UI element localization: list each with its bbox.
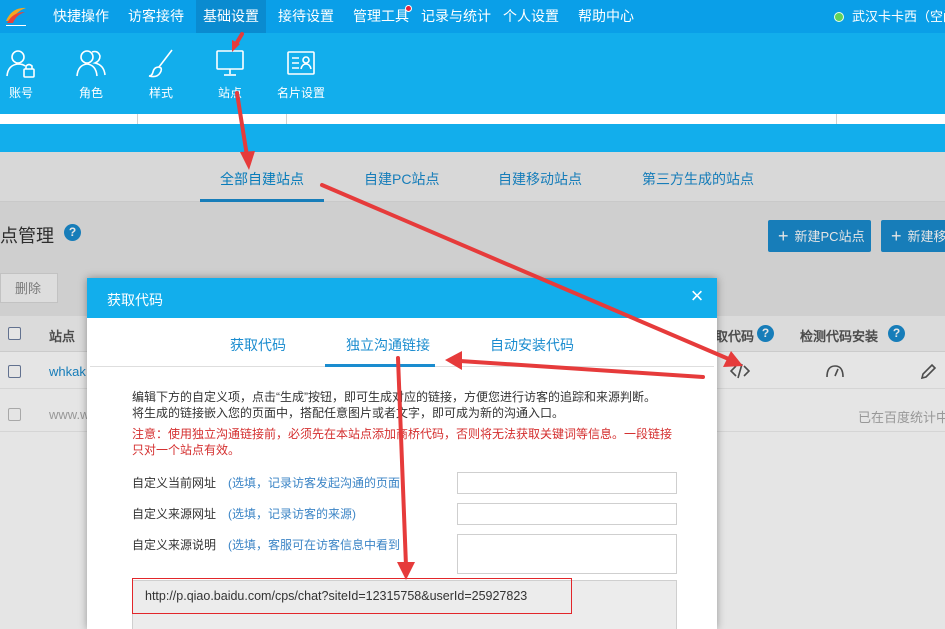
current-url-input[interactable] xyxy=(457,472,677,494)
get-code-dialog: 获取代码 × 获取代码 独立沟通链接 自动安装代码 编辑下方的自定义项，点击“生… xyxy=(87,278,717,629)
toolbar-site[interactable]: 站点 xyxy=(200,33,260,114)
top-nav: 快捷操作 访客接待 基础设置 接待设置 管理工具 记录与统计 个人设置 帮助中心… xyxy=(0,0,945,33)
dialog-header: 获取代码 × xyxy=(87,278,717,318)
account-lock-icon xyxy=(6,50,35,78)
generated-link[interactable]: http://p.qiao.baidu.com/cps/chat?siteId=… xyxy=(145,589,527,603)
header-band xyxy=(0,124,945,152)
generated-link-highlight: http://p.qiao.baidu.com/cps/chat?siteId=… xyxy=(132,578,572,614)
toolbar-style[interactable]: 样式 xyxy=(131,33,191,114)
settings-toolbar: 账号 角色 样式 站点 名片设置 xyxy=(0,33,945,114)
nav-reception-settings[interactable]: 接待设置 xyxy=(278,0,334,33)
field-hint: (选填，记录访客的来源) xyxy=(228,507,356,521)
source-note-textarea[interactable] xyxy=(457,534,677,574)
tab-auto-install[interactable]: 自动安装代码 xyxy=(490,335,574,355)
nav-basic-settings[interactable]: 基础设置 xyxy=(196,0,266,33)
tab-get-code[interactable]: 获取代码 xyxy=(230,335,286,355)
description-line: 将生成的链接嵌入您的页面中，搭配任意图片或者文字，即可成为新的沟通入口。 xyxy=(132,406,565,420)
field-label: 自定义来源网址 xyxy=(132,507,217,521)
close-icon[interactable]: × xyxy=(687,285,707,307)
header-strip xyxy=(0,114,945,124)
toolbar-role[interactable]: 角色 xyxy=(61,33,121,114)
nav-visitor-reception[interactable]: 访客接待 xyxy=(128,0,184,33)
toolbar-account[interactable]: 账号 xyxy=(0,33,51,114)
toolbar-card-settings[interactable]: 名片设置 xyxy=(271,33,331,114)
business-card-icon xyxy=(287,51,315,75)
online-status-icon xyxy=(834,12,844,22)
notification-dot xyxy=(405,5,412,12)
source-url-input[interactable] xyxy=(457,503,677,525)
active-tab-indicator xyxy=(325,364,435,367)
field-hint: (选填，客服可在访客信息中看到 xyxy=(228,538,400,552)
field-hint: (选填，记录访客发起沟通的页面 xyxy=(228,476,400,490)
field-label: 自定义来源说明 xyxy=(132,538,217,552)
description-line: 编辑下方的自定义项，点击“生成”按钮，即可生成对应的链接，方便您进行访客的追踪和… xyxy=(132,390,656,404)
warning-text: 注意：使用独立沟通链接前，必须先在本站点添加商桥代码，否则将无法获取关键词等信息… xyxy=(132,427,673,457)
brush-icon xyxy=(148,49,173,78)
tab-standalone-link[interactable]: 独立沟通链接 xyxy=(346,335,430,355)
nav-records-stats[interactable]: 记录与统计 xyxy=(421,0,491,33)
dialog-title: 获取代码 xyxy=(107,292,163,308)
field-label: 自定义当前网址 xyxy=(132,476,217,490)
app-logo-icon xyxy=(6,7,26,26)
user-status[interactable]: 武汉卡卡西（空闲 xyxy=(852,0,945,33)
role-users-icon xyxy=(76,50,106,77)
nav-personal-settings[interactable]: 个人设置 xyxy=(503,0,559,33)
monitor-icon xyxy=(216,50,244,76)
nav-help-center[interactable]: 帮助中心 xyxy=(578,0,634,33)
nav-quick-ops[interactable]: 快捷操作 xyxy=(53,0,109,33)
nav-management-tools[interactable]: 管理工具 xyxy=(353,0,409,33)
